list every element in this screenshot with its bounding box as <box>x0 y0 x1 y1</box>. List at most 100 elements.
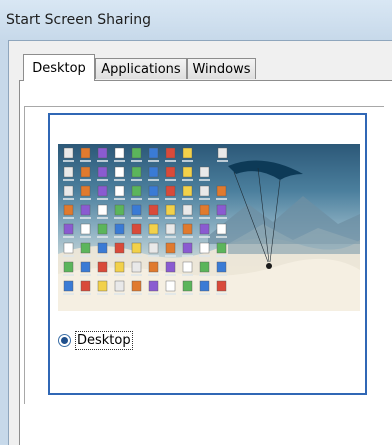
desktop-app-icon <box>63 223 74 235</box>
desktop-icon-caption <box>63 217 74 219</box>
desktop-app-icon <box>148 242 159 254</box>
desktop-thumbnail[interactable] <box>58 144 360 311</box>
desktop-icon-caption <box>216 255 227 257</box>
desktop-icon-caption <box>216 293 227 295</box>
desktop-icon-caption <box>114 160 125 162</box>
desktop-icon-caption <box>131 236 142 238</box>
desktop-app-icon <box>216 242 227 254</box>
desktop-app-icon <box>148 223 159 235</box>
desktop-app-icon <box>80 242 91 254</box>
desktop-icon-caption <box>165 236 176 238</box>
desktop-icon-caption <box>97 198 108 200</box>
desktop-icon-caption <box>131 198 142 200</box>
tab-windows[interactable]: Windows <box>187 58 256 79</box>
desktop-app-icon <box>199 280 210 292</box>
desktop-icon-caption <box>165 217 176 219</box>
desktop-icon-caption <box>97 255 108 257</box>
desktop-icon-caption <box>114 274 125 276</box>
desktop-app-icon <box>97 223 108 235</box>
desktop-icon-caption <box>131 255 142 257</box>
desktop-icon-caption <box>165 179 176 181</box>
desktop-app-icon <box>165 185 176 197</box>
desktop-icon-caption <box>97 179 108 181</box>
desktop-app-icon <box>63 204 74 216</box>
desktop-icon-caption <box>80 274 91 276</box>
desktop-icon-caption <box>199 217 210 219</box>
desktop-app-icon <box>80 185 91 197</box>
tab-desktop[interactable]: Desktop <box>23 54 95 81</box>
desktop-icon-caption <box>80 236 91 238</box>
desktop-app-icon <box>114 185 125 197</box>
desktop-app-icon <box>114 223 125 235</box>
desktop-thumbnail-image <box>58 147 360 311</box>
desktop-app-icon <box>131 280 142 292</box>
desktop-icon-caption <box>148 179 159 181</box>
desktop-icon-caption <box>216 274 227 276</box>
desktop-app-icon <box>182 166 193 178</box>
desktop-app-icon <box>80 280 91 292</box>
desktop-icon-caption <box>80 160 91 162</box>
desktop-icon-caption <box>199 255 210 257</box>
desktop-icon-caption <box>199 198 210 200</box>
desktop-icon-caption <box>63 255 74 257</box>
desktop-icon-caption <box>217 160 228 162</box>
tab-desktop-label: Desktop <box>32 60 86 76</box>
desktop-app-icon <box>97 185 108 197</box>
desktop-app-icon <box>97 166 108 178</box>
desktop-app-icon <box>97 147 108 159</box>
desktop-icon-caption <box>114 179 125 181</box>
desktop-app-icon <box>80 166 91 178</box>
desktop-icon-caption <box>80 179 91 181</box>
desktop-icon-caption <box>131 274 142 276</box>
desktop-app-icon <box>182 223 193 235</box>
desktop-icon-caption <box>216 198 227 200</box>
desktop-app-icon <box>63 147 74 159</box>
desktop-icon-caption <box>148 160 159 162</box>
desktop-app-icon <box>182 242 193 254</box>
desktop-app-icon <box>114 204 125 216</box>
desktop-app-icon <box>216 280 227 292</box>
desktop-icon-caption <box>131 179 142 181</box>
desktop-icon-caption <box>165 160 176 162</box>
desktop-icon-caption <box>114 236 125 238</box>
title-bar[interactable]: Start Screen Sharing <box>0 0 392 40</box>
desktop-app-icon <box>63 166 74 178</box>
desktop-icon-caption <box>148 236 159 238</box>
desktop-app-icon <box>131 185 142 197</box>
desktop-app-icon <box>97 242 108 254</box>
desktop-app-icon <box>199 185 210 197</box>
desktop-app-icon <box>114 280 125 292</box>
desktop-icon-caption <box>97 293 108 295</box>
desktop-app-icon <box>165 147 176 159</box>
desktop-app-icon <box>80 223 91 235</box>
desktop-icon-caption <box>63 293 74 295</box>
desktop-app-icon <box>182 185 193 197</box>
desktop-icon-caption <box>182 274 193 276</box>
tab-applications[interactable]: Applications <box>95 58 187 79</box>
desktop-app-icon <box>80 147 91 159</box>
desktop-icon-caption <box>148 255 159 257</box>
desktop-app-icon <box>148 147 159 159</box>
desktop-app-icon <box>97 280 108 292</box>
desktop-app-icon <box>165 223 176 235</box>
desktop-app-icon <box>97 261 108 273</box>
desktop-app-icon <box>199 242 210 254</box>
desktop-app-icon <box>114 166 125 178</box>
desktop-icon-caption <box>97 236 108 238</box>
desktop-app-icon <box>131 242 142 254</box>
desktop-icon-caption <box>182 160 193 162</box>
desktop-radio[interactable] <box>58 333 71 347</box>
desktop-app-icon <box>63 261 74 273</box>
desktop-icon-caption <box>131 217 142 219</box>
desktop-radio-label: Desktop <box>75 330 133 350</box>
desktop-app-icon <box>216 223 227 235</box>
desktop-option[interactable]: Desktop <box>58 330 133 350</box>
desktop-app-icon <box>131 166 142 178</box>
desktop-icon-caption <box>182 217 193 219</box>
desktop-app-icon <box>199 166 210 178</box>
desktop-app-icon <box>131 147 142 159</box>
desktop-app-icon <box>63 185 74 197</box>
desktop-icon-caption <box>97 160 108 162</box>
desktop-icon-caption <box>148 217 159 219</box>
desktop-app-icon <box>165 242 176 254</box>
